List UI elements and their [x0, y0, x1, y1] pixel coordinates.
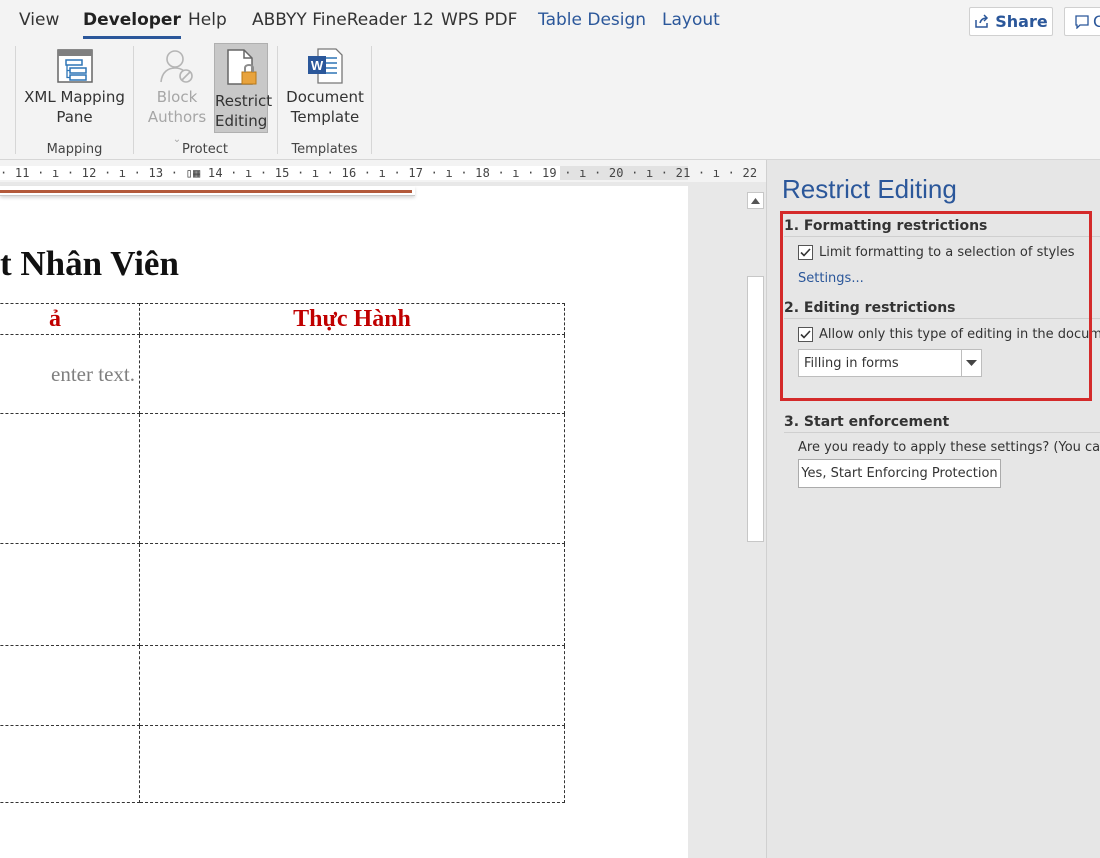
scroll-up-button[interactable]: [747, 192, 764, 209]
document-table[interactable]: ả Thực Hành enter text.: [0, 303, 565, 803]
table-header-cell[interactable]: ả: [0, 303, 140, 335]
table-cell[interactable]: [139, 413, 565, 544]
xml-mapping-label-1: XML Mapping: [24, 88, 125, 106]
section-enforcement-title: 3. Start enforcement: [784, 414, 950, 430]
share-icon: [975, 14, 989, 28]
section-divider: [784, 432, 1100, 433]
table-row: [0, 725, 565, 803]
vertical-scrollbar[interactable]: [745, 190, 766, 858]
content-control-placeholder[interactable]: enter text.: [0, 334, 140, 414]
group-label-mapping: Mapping: [46, 142, 103, 157]
table-header-cell[interactable]: Thực Hành: [139, 303, 565, 335]
xml-mapping-pane-button[interactable]: XML Mapping Pane: [22, 48, 127, 132]
tab-help[interactable]: Help: [188, 10, 227, 30]
table-row: enter text.: [0, 334, 565, 414]
xml-mapping-label-2: Pane: [56, 108, 93, 126]
enforcement-question: Are you ready to apply these settings? (…: [798, 440, 1100, 455]
table-cell[interactable]: [139, 645, 565, 726]
block-authors-button[interactable]: Block Authors ⌄: [142, 48, 212, 145]
tab-developer[interactable]: Developer: [83, 10, 181, 39]
table-row: [0, 543, 565, 646]
block-authors-icon: [160, 50, 193, 83]
group-separator: [133, 46, 134, 154]
restrict-editing-label-1: Restrict: [215, 92, 273, 110]
block-authors-label-1: Block: [156, 88, 198, 106]
xml-mapping-icon: [56, 49, 93, 83]
table-cell[interactable]: [139, 725, 565, 803]
previous-page-edge: [0, 186, 415, 196]
page-border-line: [0, 190, 412, 193]
pane-title: Restrict Editing: [782, 174, 957, 204]
group-label-templates: Templates: [291, 142, 358, 157]
tab-table-design[interactable]: Table Design: [538, 10, 646, 30]
ribbon-tab-bar: View Developer Help ABBYY FineReader 12 …: [0, 0, 1100, 42]
restrict-editing-icon: [227, 49, 257, 85]
comments-label: C: [1093, 12, 1100, 31]
word-document-icon: W: [308, 48, 343, 84]
table-cell[interactable]: [139, 334, 565, 414]
active-tab-indicator: [83, 36, 181, 39]
tab-layout[interactable]: Layout: [662, 10, 720, 30]
table-row: [0, 413, 565, 544]
document-template-label-2: Template: [290, 108, 360, 126]
document-heading[interactable]: t Nhân Viên: [0, 244, 179, 284]
svg-text:W: W: [311, 58, 324, 73]
ribbon-developer: XML Mapping Pane Mapping Block Authors ⌄…: [0, 42, 1100, 160]
table-row: ả Thực Hành: [0, 303, 565, 335]
share-button[interactable]: Share: [969, 7, 1053, 36]
caret-up-icon: [751, 197, 760, 204]
annotation-highlight-box: [780, 211, 1092, 401]
comments-button[interactable]: C: [1064, 7, 1100, 36]
table-cell[interactable]: [0, 543, 140, 646]
restrict-editing-button[interactable]: Restrict Editing: [214, 43, 273, 133]
table-cell[interactable]: [139, 543, 565, 646]
scrollbar-thumb[interactable]: [747, 276, 764, 542]
table-cell[interactable]: [0, 645, 140, 726]
table-row: [0, 645, 565, 726]
group-separator: [371, 46, 372, 154]
share-label: Share: [995, 12, 1048, 31]
tab-abbyy[interactable]: ABBYY FineReader 12: [252, 10, 434, 30]
table-cell[interactable]: [0, 725, 140, 803]
horizontal-ruler[interactable]: · 11 · ı · 12 · ı · 13 · ▯▦ 14 · ı · 15 …: [0, 164, 943, 182]
table-cell[interactable]: [0, 413, 140, 544]
restrict-editing-label-2: Editing: [215, 112, 268, 130]
group-label-protect: Protect: [182, 142, 228, 157]
tab-developer-label: Developer: [83, 10, 181, 30]
start-enforcing-button[interactable]: Yes, Start Enforcing Protection: [798, 459, 1001, 488]
document-template-label-1: Document: [286, 88, 364, 106]
group-separator: [15, 46, 16, 154]
tab-view[interactable]: View: [19, 10, 59, 30]
comment-icon: [1075, 14, 1089, 29]
document-template-button[interactable]: W Document Template: [284, 48, 366, 132]
tab-wps-pdf[interactable]: WPS PDF: [441, 10, 517, 30]
group-separator: [277, 46, 278, 154]
